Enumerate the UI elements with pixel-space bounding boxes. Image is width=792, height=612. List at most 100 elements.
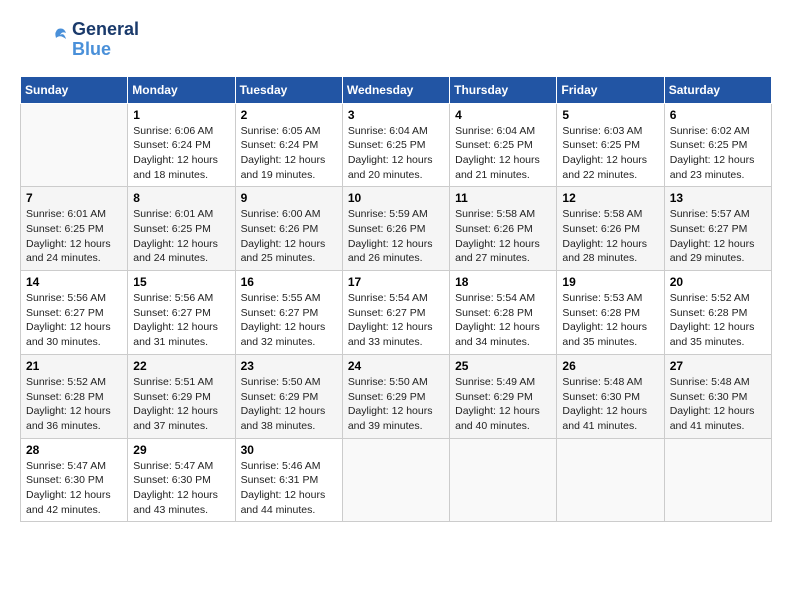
day-number: 18 bbox=[455, 275, 551, 289]
day-info: Sunrise: 5:50 AMSunset: 6:29 PMDaylight:… bbox=[348, 375, 444, 434]
calendar-cell bbox=[21, 103, 128, 187]
day-number: 28 bbox=[26, 443, 122, 457]
day-number: 2 bbox=[241, 108, 337, 122]
calendar-cell: 1 Sunrise: 6:06 AMSunset: 6:24 PMDaylight… bbox=[128, 103, 235, 187]
logo-blue: Blue bbox=[72, 40, 139, 60]
calendar-cell: 27Sunrise: 5:48 AMSunset: 6:30 PMDayligh… bbox=[664, 354, 771, 438]
page-header: GeneralBlue bbox=[20, 20, 772, 60]
col-header-monday: Monday bbox=[128, 76, 235, 103]
day-number: 7 bbox=[26, 191, 122, 205]
day-number: 13 bbox=[670, 191, 766, 205]
calendar-cell: 23Sunrise: 5:50 AMSunset: 6:29 PMDayligh… bbox=[235, 354, 342, 438]
calendar-cell: 28 Sunrise: 5:47 AMSunset: 6:30 PMDayligh… bbox=[21, 438, 128, 522]
day-info: Sunrise: 5:47 AMSunset: 6:30 PMDaylight:… bbox=[133, 459, 229, 518]
logo-general: General bbox=[72, 20, 139, 40]
calendar-cell: 18 Sunrise: 5:54 AMSunset: 6:28 PMDayligh… bbox=[450, 271, 557, 355]
calendar-cell: 12Sunrise: 5:58 AMSunset: 6:26 PMDayligh… bbox=[557, 187, 664, 271]
calendar-cell: 29 Sunrise: 5:47 AMSunset: 6:30 PMDayligh… bbox=[128, 438, 235, 522]
day-number: 15 bbox=[133, 275, 229, 289]
calendar-cell: 6 Sunrise: 6:02 AMSunset: 6:25 PMDaylight… bbox=[664, 103, 771, 187]
day-number: 25 bbox=[455, 359, 551, 373]
day-info: Sunrise: 5:59 AMSunset: 6:26 PMDaylight:… bbox=[348, 207, 444, 266]
col-header-saturday: Saturday bbox=[664, 76, 771, 103]
calendar-cell: 15 Sunrise: 5:56 AMSunset: 6:27 PMDayligh… bbox=[128, 271, 235, 355]
calendar-cell bbox=[664, 438, 771, 522]
day-number: 22 bbox=[133, 359, 229, 373]
calendar-cell: 26 Sunrise: 5:48 AMSunset: 6:30 PMDayligh… bbox=[557, 354, 664, 438]
calendar-cell: 3 Sunrise: 6:04 AMSunset: 6:25 PMDaylight… bbox=[342, 103, 449, 187]
day-number: 6 bbox=[670, 108, 766, 122]
col-header-thursday: Thursday bbox=[450, 76, 557, 103]
calendar-cell: 14 Sunrise: 5:56 AMSunset: 6:27 PMDayligh… bbox=[21, 271, 128, 355]
day-number: 29 bbox=[133, 443, 229, 457]
day-info: Sunrise: 6:04 AMSunset: 6:25 PMDaylight:… bbox=[348, 124, 444, 183]
day-number: 17 bbox=[348, 275, 444, 289]
col-header-friday: Friday bbox=[557, 76, 664, 103]
day-info: Sunrise: 5:58 AMSunset: 6:26 PMDaylight:… bbox=[455, 207, 551, 266]
calendar-cell: 22 Sunrise: 5:51 AMSunset: 6:29 PMDayligh… bbox=[128, 354, 235, 438]
day-info: Sunrise: 5:53 AMSunset: 6:28 PMDaylight:… bbox=[562, 291, 658, 350]
day-info: Sunrise: 6:06 AMSunset: 6:24 PMDaylight:… bbox=[133, 124, 229, 183]
day-number: 14 bbox=[26, 275, 122, 289]
day-info: Sunrise: 5:51 AMSunset: 6:29 PMDaylight:… bbox=[133, 375, 229, 434]
calendar-week-2: 7 Sunrise: 6:01 AMSunset: 6:25 PMDaylight… bbox=[21, 187, 772, 271]
day-info: Sunrise: 5:52 AMSunset: 6:28 PMDaylight:… bbox=[670, 291, 766, 350]
calendar-cell bbox=[342, 438, 449, 522]
calendar-week-3: 14 Sunrise: 5:56 AMSunset: 6:27 PMDayligh… bbox=[21, 271, 772, 355]
day-info: Sunrise: 5:54 AMSunset: 6:28 PMDaylight:… bbox=[455, 291, 551, 350]
day-info: Sunrise: 5:56 AMSunset: 6:27 PMDaylight:… bbox=[26, 291, 122, 350]
logo: GeneralBlue bbox=[20, 20, 139, 60]
day-info: Sunrise: 6:02 AMSunset: 6:25 PMDaylight:… bbox=[670, 124, 766, 183]
day-number: 1 bbox=[133, 108, 229, 122]
calendar-cell: 24 Sunrise: 5:50 AMSunset: 6:29 PMDayligh… bbox=[342, 354, 449, 438]
day-info: Sunrise: 6:01 AMSunset: 6:25 PMDaylight:… bbox=[26, 207, 122, 266]
calendar-cell: 2 Sunrise: 6:05 AMSunset: 6:24 PMDaylight… bbox=[235, 103, 342, 187]
day-info: Sunrise: 6:04 AMSunset: 6:25 PMDaylight:… bbox=[455, 124, 551, 183]
calendar-cell: 7 Sunrise: 6:01 AMSunset: 6:25 PMDaylight… bbox=[21, 187, 128, 271]
day-number: 9 bbox=[241, 191, 337, 205]
day-info: Sunrise: 5:47 AMSunset: 6:30 PMDaylight:… bbox=[26, 459, 122, 518]
day-number: 3 bbox=[348, 108, 444, 122]
day-number: 8 bbox=[133, 191, 229, 205]
day-number: 24 bbox=[348, 359, 444, 373]
day-number: 12 bbox=[562, 191, 658, 205]
day-number: 30 bbox=[241, 443, 337, 457]
calendar-cell: 21 Sunrise: 5:52 AMSunset: 6:28 PMDayligh… bbox=[21, 354, 128, 438]
calendar-cell: 9 Sunrise: 6:00 AMSunset: 6:26 PMDaylight… bbox=[235, 187, 342, 271]
calendar-week-1: 1 Sunrise: 6:06 AMSunset: 6:24 PMDaylight… bbox=[21, 103, 772, 187]
calendar-cell: 17 Sunrise: 5:54 AMSunset: 6:27 PMDayligh… bbox=[342, 271, 449, 355]
calendar-cell: 30 Sunrise: 5:46 AMSunset: 6:31 PMDayligh… bbox=[235, 438, 342, 522]
day-info: Sunrise: 5:54 AMSunset: 6:27 PMDaylight:… bbox=[348, 291, 444, 350]
calendar-cell: 11 Sunrise: 5:58 AMSunset: 6:26 PMDayligh… bbox=[450, 187, 557, 271]
day-info: Sunrise: 5:48 AMSunset: 6:30 PMDaylight:… bbox=[562, 375, 658, 434]
calendar-cell: 8Sunrise: 6:01 AMSunset: 6:25 PMDaylight… bbox=[128, 187, 235, 271]
calendar-week-5: 28 Sunrise: 5:47 AMSunset: 6:30 PMDayligh… bbox=[21, 438, 772, 522]
calendar-cell bbox=[557, 438, 664, 522]
day-number: 11 bbox=[455, 191, 551, 205]
calendar-table: SundayMondayTuesdayWednesdayThursdayFrid… bbox=[20, 76, 772, 523]
calendar-cell: 13Sunrise: 5:57 AMSunset: 6:27 PMDayligh… bbox=[664, 187, 771, 271]
day-number: 27 bbox=[670, 359, 766, 373]
day-info: Sunrise: 5:50 AMSunset: 6:29 PMDaylight:… bbox=[241, 375, 337, 434]
calendar-cell: 10Sunrise: 5:59 AMSunset: 6:26 PMDayligh… bbox=[342, 187, 449, 271]
calendar-cell: 4 Sunrise: 6:04 AMSunset: 6:25 PMDaylight… bbox=[450, 103, 557, 187]
day-info: Sunrise: 6:03 AMSunset: 6:25 PMDaylight:… bbox=[562, 124, 658, 183]
logo-svg bbox=[20, 25, 70, 55]
day-info: Sunrise: 5:52 AMSunset: 6:28 PMDaylight:… bbox=[26, 375, 122, 434]
day-info: Sunrise: 6:05 AMSunset: 6:24 PMDaylight:… bbox=[241, 124, 337, 183]
day-info: Sunrise: 5:56 AMSunset: 6:27 PMDaylight:… bbox=[133, 291, 229, 350]
day-info: Sunrise: 6:00 AMSunset: 6:26 PMDaylight:… bbox=[241, 207, 337, 266]
calendar-cell bbox=[450, 438, 557, 522]
col-header-sunday: Sunday bbox=[21, 76, 128, 103]
day-number: 21 bbox=[26, 359, 122, 373]
logo: GeneralBlue bbox=[20, 20, 139, 60]
calendar-cell: 25Sunrise: 5:49 AMSunset: 6:29 PMDayligh… bbox=[450, 354, 557, 438]
day-number: 4 bbox=[455, 108, 551, 122]
day-number: 5 bbox=[562, 108, 658, 122]
day-info: Sunrise: 5:46 AMSunset: 6:31 PMDaylight:… bbox=[241, 459, 337, 518]
calendar-cell: 19Sunrise: 5:53 AMSunset: 6:28 PMDayligh… bbox=[557, 271, 664, 355]
col-header-tuesday: Tuesday bbox=[235, 76, 342, 103]
calendar-cell: 16Sunrise: 5:55 AMSunset: 6:27 PMDayligh… bbox=[235, 271, 342, 355]
calendar-cell: 20Sunrise: 5:52 AMSunset: 6:28 PMDayligh… bbox=[664, 271, 771, 355]
day-number: 26 bbox=[562, 359, 658, 373]
